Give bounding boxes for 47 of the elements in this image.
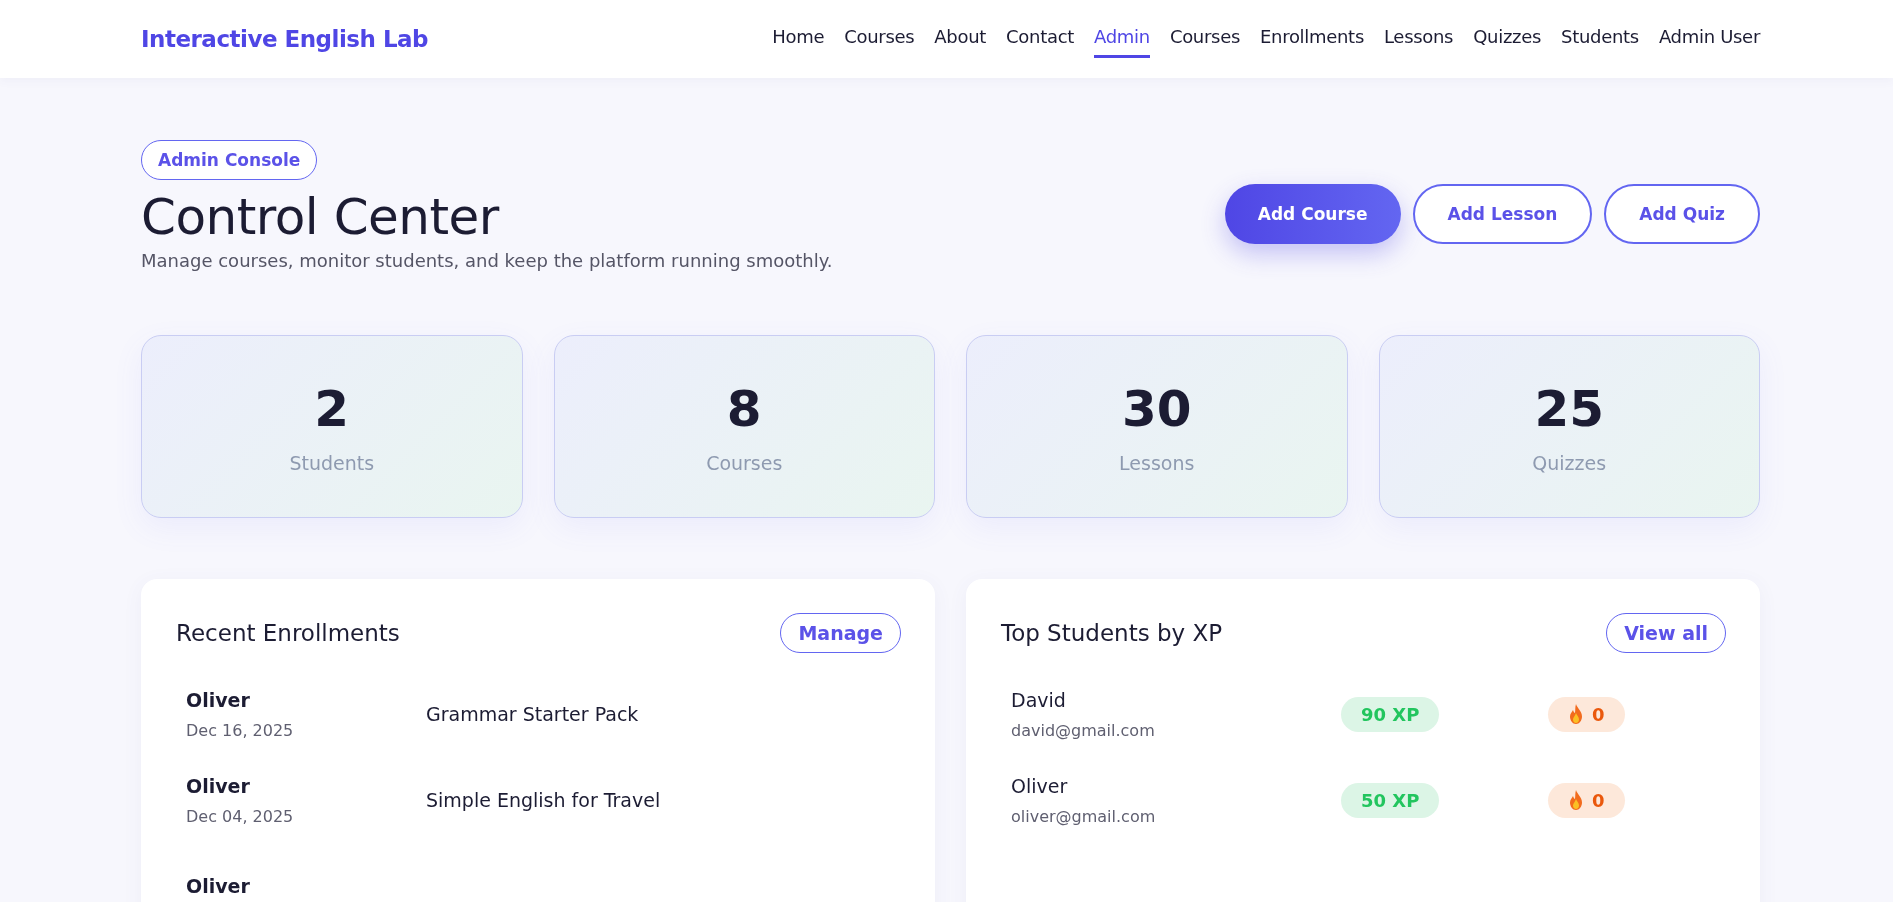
page-subtitle: Manage courses, monitor students, and keep the platform running smoothly.	[141, 250, 833, 271]
enrollment-date: Dec 04, 2025	[186, 806, 295, 826]
flame-icon	[1568, 704, 1584, 724]
stat-label: Students	[289, 451, 375, 474]
stat-value: 30	[1121, 379, 1192, 438]
stat-label: Quizzes	[1532, 451, 1607, 474]
nav-link[interactable]: Students	[1561, 20, 1639, 58]
student-name: Oliver	[1011, 774, 1069, 797]
action-button[interactable]: Add Lesson	[1412, 184, 1593, 244]
student-name: Oliver	[186, 688, 251, 711]
student-email: oliver@gmail.com	[1011, 806, 1157, 826]
flame-icon	[1568, 790, 1584, 810]
streak-count: 0	[1592, 789, 1605, 811]
panel-title: Recent Enrollments	[176, 620, 400, 646]
student-name: Oliver	[186, 875, 251, 897]
enrollment-date: Dec 16, 2025	[186, 720, 295, 740]
course-name: Grammar Starter Pack	[426, 703, 640, 725]
student-email: david@gmail.com	[1011, 720, 1156, 740]
student-name: Oliver	[186, 774, 251, 797]
course-name: Simple English for Travel	[426, 789, 662, 811]
action-button[interactable]: Add Course	[1224, 184, 1401, 244]
action-button[interactable]: Add Quiz	[1604, 184, 1760, 244]
stat-label: Lessons	[1119, 451, 1195, 474]
nav-link[interactable]: Home	[772, 20, 825, 58]
streak-count: 0	[1592, 703, 1605, 725]
nav-link[interactable]: Quizzes	[1473, 20, 1542, 58]
stat-label: Courses	[706, 451, 783, 474]
panel-title: Top Students by XP	[1001, 620, 1223, 646]
xp-pill: 90 XP	[1341, 696, 1440, 732]
nav-link[interactable]: About	[934, 20, 987, 58]
nav-link[interactable]: Admin	[1094, 20, 1150, 58]
nav-link[interactable]: Admin User	[1658, 20, 1760, 58]
stat-value: 25	[1534, 379, 1605, 438]
nav-link[interactable]: Enrollments	[1260, 20, 1364, 58]
xp-pill: 50 XP	[1341, 782, 1440, 818]
nav-link[interactable]: Contact	[1006, 20, 1074, 58]
brand-logo[interactable]: Interactive English Lab	[141, 26, 429, 52]
stat-value: 2	[314, 379, 350, 438]
manage-button[interactable]: Manage	[780, 613, 901, 653]
nav-link[interactable]: Courses	[844, 20, 915, 58]
section-badge: Admin Console	[141, 140, 318, 180]
page-title: Control Center	[141, 188, 501, 246]
stat-value: 8	[726, 379, 762, 438]
nav-link[interactable]: Courses	[1169, 20, 1240, 58]
nav-link[interactable]: Lessons	[1383, 20, 1454, 58]
student-name: David	[1011, 688, 1067, 711]
view-all-button[interactable]: View all	[1606, 613, 1726, 653]
